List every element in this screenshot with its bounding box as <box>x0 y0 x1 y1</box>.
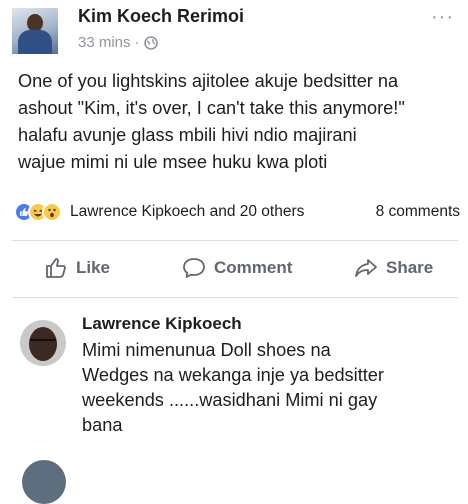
reactions-bar[interactable]: Lawrence Kipkoech and 20 others 8 commen… <box>14 198 464 226</box>
comment-text-line: bana <box>82 415 123 435</box>
wow-reaction-icon <box>42 202 62 222</box>
author-avatar[interactable] <box>12 8 58 54</box>
speech-bubble-icon <box>183 258 205 278</box>
post-text-line: One of you lightskins ajitolee akuje bed… <box>18 71 399 91</box>
share-button[interactable]: Share <box>354 256 433 280</box>
like-label: Like <box>76 258 111 277</box>
globe-icon <box>143 35 158 50</box>
comment-item: Lawrence Kipkoech Mimi nimenunua Doll sh… <box>82 314 462 438</box>
post-time[interactable]: 33 mins <box>78 34 131 51</box>
comment-text-line: Wedges na wekanga inje ya bedsitter <box>82 365 384 385</box>
post-header: Kim Koech Rerimoi 33 mins · ··· <box>0 0 468 62</box>
divider <box>12 240 458 241</box>
post-text-line: ashout "Kim, it's over, I can't take thi… <box>18 98 405 118</box>
comment-text-line: Mimi nimenunua Doll shoes na <box>82 340 331 360</box>
comments-section: Lawrence Kipkoech Mimi nimenunua Doll sh… <box>0 300 468 504</box>
avatar-glasses <box>30 339 56 346</box>
thumbs-up-icon <box>46 258 66 278</box>
post-body: One of you lightskins ajitolee akuje bed… <box>18 68 463 176</box>
commenter-avatar[interactable] <box>20 320 66 366</box>
post-meta: 33 mins · <box>78 34 158 51</box>
comment-label: Comment <box>214 258 293 277</box>
share-label: Share <box>386 258 434 277</box>
meta-separator: · <box>134 34 140 51</box>
comment-text: Mimi nimenunua Doll shoes na Wedges na w… <box>82 338 462 438</box>
next-commenter-avatar[interactable] <box>22 460 66 504</box>
more-options-icon[interactable]: ··· <box>431 6 454 29</box>
reaction-summary[interactable]: Lawrence Kipkoech and 20 others <box>70 203 304 221</box>
like-button[interactable]: Like <box>44 256 110 280</box>
author-name[interactable]: Kim Koech Rerimoi <box>78 6 244 27</box>
post-text-line: halafu avunje glass mbili hivi ndio maji… <box>18 125 357 145</box>
divider <box>12 297 458 298</box>
reaction-icons <box>14 202 62 222</box>
post-text-line: wajue mimi ni ule msee huku kwa ploti <box>18 152 328 172</box>
comment-count[interactable]: 8 comments <box>376 203 460 221</box>
avatar-body <box>18 30 52 54</box>
share-arrow-icon <box>355 259 377 277</box>
comment-text-line: weekends ......wasidhani Mimi ni gay <box>82 390 378 410</box>
commenter-name[interactable]: Lawrence Kipkoech <box>82 314 462 334</box>
comment-button[interactable]: Comment <box>182 256 292 280</box>
post-actions: Like Comment Share <box>0 248 468 292</box>
